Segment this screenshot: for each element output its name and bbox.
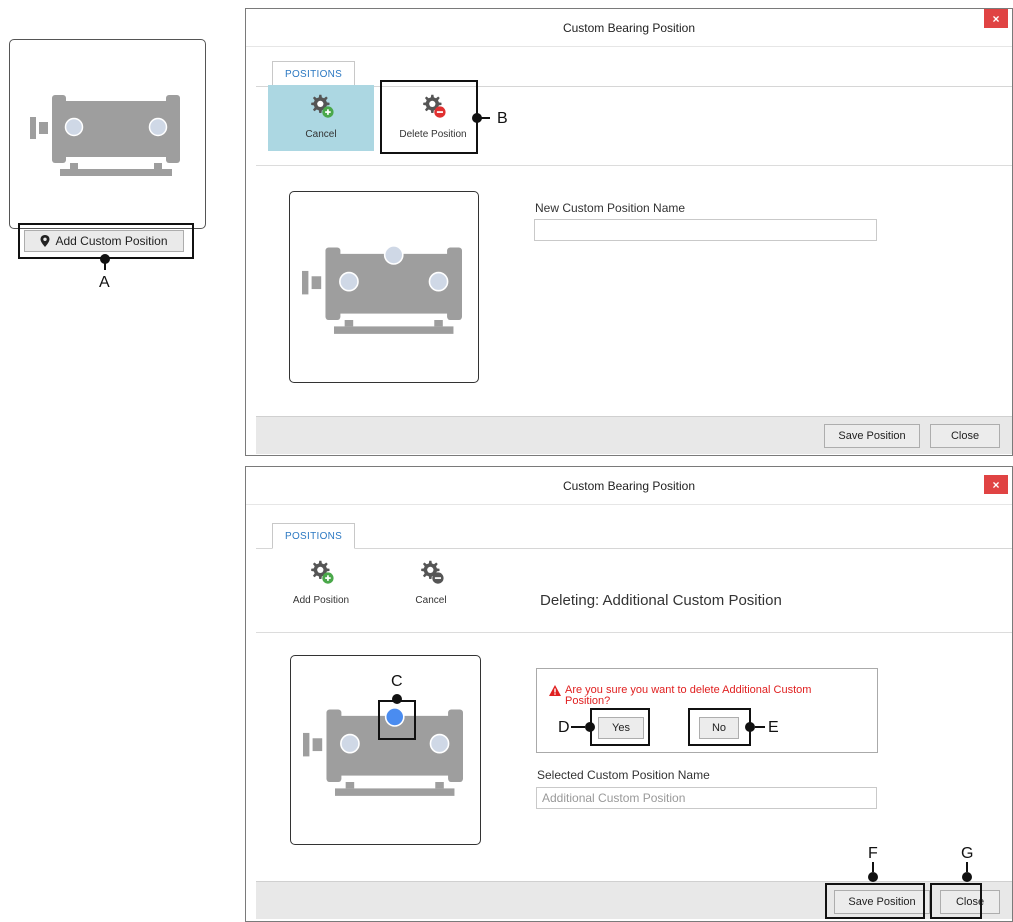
deleting-title: Deleting: Additional Custom Position	[540, 592, 782, 609]
callout-e-line	[755, 726, 765, 728]
callout-c-dot	[392, 694, 402, 704]
callout-f-dot	[868, 872, 878, 882]
callout-b-letter: B	[497, 110, 508, 127]
callout-b-box	[380, 80, 478, 154]
callout-a-letter: A	[99, 274, 110, 291]
callout-g-line	[966, 862, 968, 872]
cancel-tool-button[interactable]: Cancel	[268, 85, 374, 151]
tab-positions[interactable]: POSITIONS	[272, 523, 356, 549]
new-position-name-label: New Custom Position Name	[535, 201, 686, 215]
callout-f-box	[825, 883, 925, 919]
selected-position-name-label: Selected Custom Position Name	[537, 768, 710, 782]
dialog-title: Custom Bearing Position	[246, 467, 1012, 505]
callout-e-box	[688, 708, 751, 746]
custom-bearing-position-dialog-top: Custom Bearing Position × POSITIONS Canc…	[245, 8, 1013, 456]
callout-c-letter: C	[391, 673, 403, 690]
callout-c-box	[378, 700, 416, 740]
callout-b-line	[480, 117, 490, 119]
bearing-marker[interactable]	[383, 245, 404, 265]
dialog-title: Custom Bearing Position	[246, 9, 1012, 47]
callout-g-box	[930, 883, 982, 919]
cancel-tool-button[interactable]: Cancel	[378, 551, 484, 617]
custom-bearing-position-dialog-bottom: Custom Bearing Position × POSITIONS Add …	[245, 466, 1013, 922]
machine-preview-panel	[289, 191, 479, 383]
machine-icon	[30, 94, 180, 177]
callout-g-letter: G	[961, 845, 974, 862]
close-icon[interactable]: ×	[984, 475, 1008, 494]
callout-d-dot	[585, 722, 595, 732]
callout-d-letter: D	[558, 719, 570, 736]
delete-confirmation-text: Are you sure you want to delete Addition…	[565, 684, 812, 707]
cancel-tool-label: Cancel	[415, 595, 447, 606]
gear-add-icon	[311, 560, 334, 584]
callout-e-dot	[745, 722, 755, 732]
close-icon[interactable]: ×	[984, 9, 1008, 28]
dialog-footer: Save Position Close	[256, 416, 1012, 454]
callout-g-dot	[962, 872, 972, 882]
callout-e-letter: E	[768, 719, 779, 736]
add-position-tool-button[interactable]: Add Position	[268, 551, 374, 617]
callout-f-letter: F	[868, 845, 878, 862]
warning-icon	[549, 685, 561, 696]
callout-a-line	[104, 262, 106, 270]
add-position-tool-label: Add Position	[292, 595, 350, 606]
tab-positions[interactable]: POSITIONS	[272, 61, 356, 87]
machine-thumbnail	[9, 39, 206, 229]
callout-d-line	[571, 726, 585, 728]
callout-f-line	[872, 862, 874, 872]
cancel-tool-label: Cancel	[305, 129, 337, 140]
selected-position-name-input[interactable]: Additional Custom Position	[536, 787, 877, 809]
machine-icon	[302, 245, 462, 335]
delete-confirmation-box: Are you sure you want to delete Addition…	[536, 668, 878, 753]
machine-preview-panel: C	[290, 655, 481, 845]
callout-d-box	[590, 708, 650, 746]
close-button[interactable]: Close	[930, 424, 1000, 448]
gear-delete-icon	[421, 560, 444, 584]
save-position-button[interactable]: Save Position	[824, 424, 920, 448]
new-position-name-input[interactable]	[534, 219, 877, 241]
gear-add-icon	[311, 94, 334, 118]
